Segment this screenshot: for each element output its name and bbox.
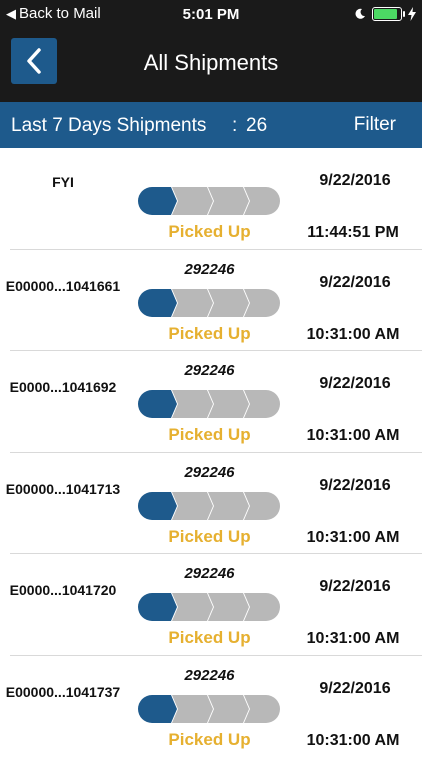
tracker-step-4 xyxy=(244,695,280,723)
pro-number: 292246 xyxy=(138,464,281,481)
shipment-reference: E00000...1041661 xyxy=(0,278,132,294)
charging-bolt-icon xyxy=(408,7,416,21)
pro-number: 292246 xyxy=(138,565,281,582)
tracker-step-3 xyxy=(208,695,249,723)
tracker-step-4 xyxy=(244,492,280,520)
shipment-row[interactable]: E00000...1041661 292246 Picked Up 9/22/2… xyxy=(0,250,422,352)
tracker-step-1 xyxy=(138,593,177,621)
tracker-step-4 xyxy=(244,390,280,418)
tracker-step-2 xyxy=(172,695,213,723)
tracker-step-3 xyxy=(208,289,249,317)
shipment-list: FYI Picked Up 9/22/2016 11:44:51 PM E000… xyxy=(0,148,422,757)
shipment-time: 11:44:51 PM xyxy=(292,224,414,242)
tracker-step-1 xyxy=(138,695,177,723)
shipment-date: 9/22/2016 xyxy=(295,578,415,596)
pro-number: 292246 xyxy=(138,261,281,278)
shipment-status: Picked Up xyxy=(138,730,281,750)
tracker-step-1 xyxy=(138,187,177,215)
shipment-status: Picked Up xyxy=(138,425,281,445)
summary-label: Last 7 Days Shipments xyxy=(11,115,206,137)
shipment-date: 9/22/2016 xyxy=(295,274,415,292)
status-bar: ◀ Back to Mail 5:01 PM xyxy=(0,0,422,30)
shipment-time: 10:31:00 AM xyxy=(292,326,414,344)
shipment-status: Picked Up xyxy=(138,527,281,547)
progress-tracker xyxy=(137,491,281,521)
tracker-step-4 xyxy=(244,187,280,215)
progress-tracker xyxy=(137,694,281,724)
tracker-step-1 xyxy=(138,390,177,418)
progress-tracker xyxy=(137,389,281,419)
tracker-step-3 xyxy=(208,492,249,520)
shipment-row[interactable]: E0000...1041720 292246 Picked Up 9/22/20… xyxy=(0,554,422,656)
battery-level xyxy=(374,9,397,19)
shipment-reference: E00000...1041713 xyxy=(0,481,132,497)
filter-button[interactable]: Filter xyxy=(354,114,396,136)
pro-number: 292246 xyxy=(138,362,281,379)
status-icons xyxy=(354,7,416,21)
shipment-count: 26 xyxy=(246,115,267,137)
tracker-step-2 xyxy=(172,492,213,520)
tracker-step-2 xyxy=(172,289,213,317)
tracker-step-1 xyxy=(138,492,177,520)
tracker-step-2 xyxy=(172,390,213,418)
progress-tracker xyxy=(137,186,281,216)
tracker-step-2 xyxy=(172,593,213,621)
shipment-status: Picked Up xyxy=(138,628,281,648)
shipment-time: 10:31:00 AM xyxy=(292,630,414,648)
tracker-step-4 xyxy=(244,289,280,317)
shipment-reference: E0000...1041692 xyxy=(0,379,132,395)
shipment-row[interactable]: E0000...1041692 292246 Picked Up 9/22/20… xyxy=(0,351,422,453)
pro-number: 292246 xyxy=(138,667,281,684)
shipment-date: 9/22/2016 xyxy=(295,477,415,495)
navigation-bar: All Shipments xyxy=(0,30,422,102)
shipment-date: 9/22/2016 xyxy=(295,375,415,393)
tracker-step-3 xyxy=(208,187,249,215)
shipment-status: Picked Up xyxy=(138,324,281,344)
tracker-step-2 xyxy=(172,187,213,215)
shipment-time: 10:31:00 AM xyxy=(292,529,414,547)
progress-tracker xyxy=(137,592,281,622)
shipment-reference: FYI xyxy=(0,174,132,190)
shipment-date: 9/22/2016 xyxy=(295,172,415,190)
shipment-time: 10:31:00 AM xyxy=(292,427,414,445)
shipments-summary-bar: Last 7 Days Shipments : 26 Filter xyxy=(0,102,422,148)
page-title: All Shipments xyxy=(0,50,422,76)
shipment-row[interactable]: FYI Picked Up 9/22/2016 11:44:51 PM xyxy=(0,148,422,250)
progress-tracker xyxy=(137,288,281,318)
shipment-status: Picked Up xyxy=(138,222,281,242)
shipment-time: 10:31:00 AM xyxy=(292,732,414,750)
shipment-reference: E0000...1041720 xyxy=(0,582,132,598)
shipment-date: 9/22/2016 xyxy=(295,680,415,698)
battery-icon xyxy=(372,7,402,21)
shipment-row[interactable]: E00000...1041737 292246 Picked Up 9/22/2… xyxy=(0,656,422,757)
tracker-step-3 xyxy=(208,593,249,621)
moon-icon xyxy=(354,8,366,20)
tracker-step-1 xyxy=(138,289,177,317)
summary-separator: : xyxy=(232,115,237,137)
shipment-row[interactable]: E00000...1041713 292246 Picked Up 9/22/2… xyxy=(0,453,422,555)
shipment-reference: E00000...1041737 xyxy=(0,684,132,700)
tracker-step-3 xyxy=(208,390,249,418)
tracker-step-4 xyxy=(244,593,280,621)
